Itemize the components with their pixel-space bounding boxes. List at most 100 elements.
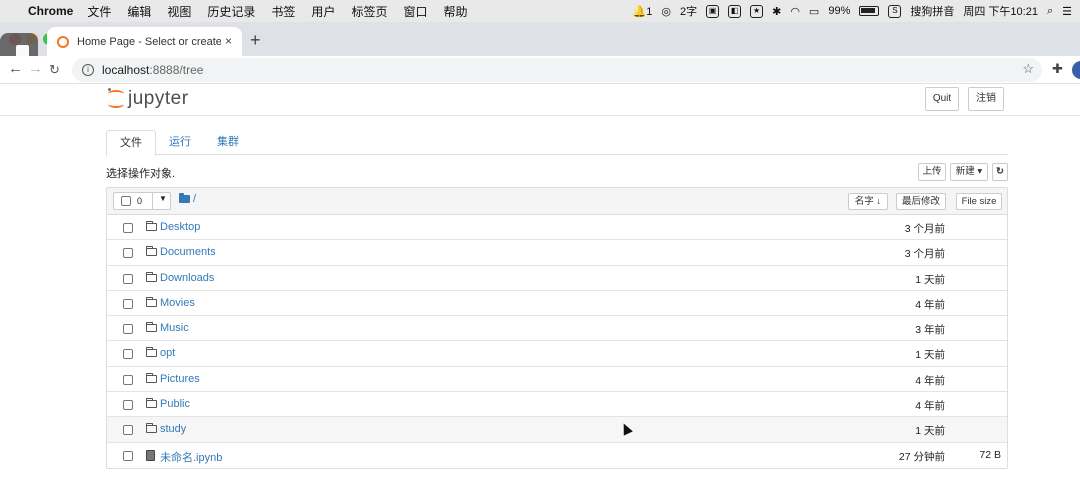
url-path: :8888/tree [149,63,204,77]
tab-files[interactable]: 文件 [106,130,156,156]
menu-people[interactable]: 用户 [311,3,335,20]
list-item[interactable]: opt 1 天前 [107,341,1007,367]
file-name-link[interactable]: Music [160,322,189,334]
list-item[interactable]: Pictures 4 年前 [107,366,1007,393]
bookmark-star-icon[interactable]: ☆ [1022,61,1034,77]
refresh-icon[interactable]: ↻ [992,163,1008,181]
row-checkbox[interactable] [123,400,133,411]
menu-bookmarks[interactable]: 书签 [271,3,295,20]
select-prompt: 选择操作对象. [106,168,176,180]
home-folder-icon[interactable] [179,193,190,203]
list-item[interactable]: Public 4 年前 [107,392,1007,418]
reload-icon[interactable]: ↻ [49,62,60,78]
menu-app-name[interactable]: Chrome [28,4,73,18]
app-status-icon[interactable]: ▣ [706,4,720,18]
app-status-icon-3[interactable]: ★ [750,4,764,18]
menu-help[interactable]: 帮助 [443,3,467,20]
ime-indicator[interactable]: 2字 [680,3,697,19]
sync-icon[interactable]: ◎ [661,5,671,18]
list-item[interactable]: Downloads 1 天前 [107,265,1007,291]
row-checkbox[interactable] [123,425,133,436]
row-checkbox[interactable] [123,273,133,284]
file-name-link[interactable]: Downloads [160,272,214,284]
browser-tab-active[interactable]: Home Page - Select or create a notebook … [47,27,242,56]
select-all-checkbox[interactable] [121,196,131,206]
status-area: 🔔1 ◎ 2字 ▣ ◧ ★ ✱ ◠ ▭ 99% S 搜狗拼音 周四 下午10:2… [633,0,1072,22]
input-method-label[interactable]: 搜狗拼音 [910,3,954,19]
file-name-link[interactable]: Desktop [160,221,200,233]
tab-clusters[interactable]: 集群 [204,130,252,155]
modified-time: 1 天前 [915,273,945,286]
folder-icon [146,221,157,231]
sort-by-name-button[interactable]: 名字 ↓ [848,193,888,210]
notification-center-icon[interactable]: ☰ [1062,5,1072,18]
jupyter-logo-text: jupyter [128,88,189,109]
jupyter-header: jupyter Quit 注销 [0,84,1080,116]
jupyter-favicon-icon [57,35,69,48]
menu-view[interactable]: 视图 [167,3,191,20]
url-host: localhost [102,63,150,77]
list-item[interactable]: study 1 天前 [107,417,1007,443]
airplay-icon[interactable]: ▭ [809,5,819,18]
file-name-link[interactable]: Pictures [160,373,200,385]
selected-count: 0 [137,196,143,206]
jupyter-logo[interactable]: jupyter [108,88,189,110]
app-status-icon-2[interactable]: ◧ [728,4,742,18]
menu-window[interactable]: 窗口 [403,3,427,20]
bluetooth-icon[interactable]: ✱ [772,5,781,18]
file-name-link[interactable]: 未命名.ipynb [160,449,222,465]
extensions-puzzle-icon[interactable]: ✚ [1052,61,1063,77]
site-info-icon[interactable]: i [82,64,94,76]
back-arrow-icon[interactable]: ← [8,60,23,77]
quit-button[interactable]: Quit [925,87,959,111]
clock[interactable]: 周四 下午10:21 [963,3,1038,19]
breadcrumb[interactable]: / [179,193,196,205]
tab-running[interactable]: 运行 [156,130,204,155]
file-name-link[interactable]: Documents [160,246,216,258]
sort-by-modified-button[interactable]: 最后修改 [896,193,946,210]
battery-percent: 99% [828,5,851,17]
address-bar[interactable]: i localhost:8888/tree ☆ [72,58,1042,82]
new-tab-button[interactable]: + [250,30,261,51]
list-item[interactable]: 未命名.ipynb 27 分钟前 72 B [107,442,1007,468]
selection-dropdown-icon[interactable]: ▼ [159,194,167,203]
row-checkbox[interactable] [123,248,133,259]
notebook-icon [146,449,155,461]
list-item[interactable]: Desktop 3 个月前 [107,215,1007,241]
list-item[interactable]: Music 3 年前 [107,316,1007,342]
logout-button[interactable]: 注销 [968,87,1004,111]
row-checkbox[interactable] [123,223,133,233]
row-checkbox[interactable] [123,349,133,360]
menu-tab[interactable]: 标签页 [351,3,387,20]
file-name-link[interactable]: study [160,423,186,435]
row-checkbox[interactable] [123,450,133,461]
menu-history[interactable]: 历史记录 [207,3,255,20]
new-button[interactable]: 新建 ▾ [950,163,988,181]
list-item[interactable]: Documents 3 个月前 [107,240,1007,266]
sogou-icon[interactable]: S [888,4,902,18]
file-name-link[interactable]: Public [160,398,190,410]
select-all-control[interactable]: 0 ▼ [113,192,171,210]
list-item[interactable]: Movies 4 年前 [107,290,1007,317]
battery-icon[interactable] [859,6,880,16]
forward-arrow-icon[interactable]: → [28,60,43,77]
modified-time: 1 天前 [915,425,945,438]
wifi-icon[interactable]: ◠ [790,5,800,18]
row-checkbox[interactable] [123,324,133,335]
file-name-link[interactable]: Movies [160,297,195,309]
bell-icon[interactable]: 🔔1 [633,5,653,18]
menu-file[interactable]: 文件 [87,3,111,20]
profile-avatar[interactable] [1072,61,1080,79]
folder-icon [146,296,157,307]
breadcrumb-path[interactable]: / [193,193,196,205]
tab-title: Home Page - Select or create a notebook [77,35,221,48]
upload-button[interactable]: 上传 [918,163,946,181]
file-name-link[interactable]: opt [160,347,175,359]
tab-close-icon[interactable]: × [225,34,232,48]
browser-toolbar: ← → ↻ i localhost:8888/tree ☆ ✚ [0,56,1080,84]
spotlight-search-icon[interactable]: ⌕ [1047,5,1053,18]
sort-by-size-button[interactable]: File size [956,193,1002,210]
row-checkbox[interactable] [123,298,133,309]
row-checkbox[interactable] [123,374,133,385]
menu-edit[interactable]: 编辑 [127,3,151,20]
